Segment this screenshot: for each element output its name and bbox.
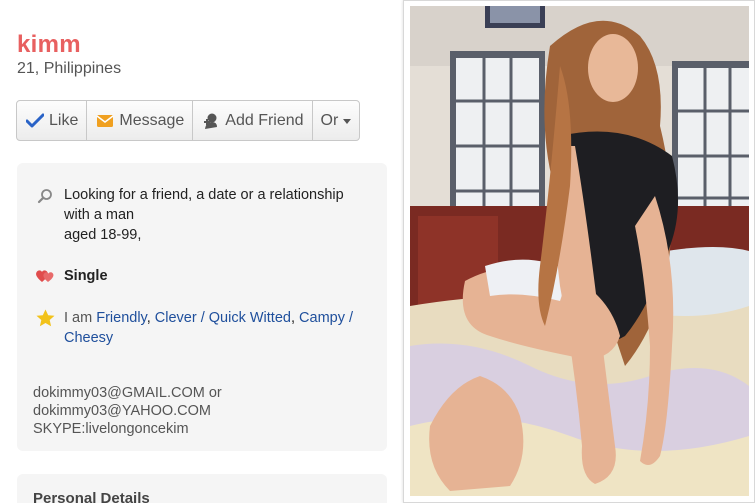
looking-line-2: with a man	[64, 207, 135, 223]
add-friend-label: Add Friend	[225, 111, 304, 129]
looking-line-3: aged 18-99,	[64, 227, 142, 243]
about-card: Looking for a friend, a date or a relati…	[17, 163, 387, 451]
profile-name: kimm	[17, 31, 81, 58]
i-am-label: I am	[64, 310, 93, 326]
looking-for-text: Looking for a friend, a date or a relati…	[64, 185, 344, 245]
or-label: Or	[320, 111, 339, 129]
traits-text: I am Friendly, Clever / Quick Witted, Ca…	[64, 310, 354, 346]
person-icon	[201, 112, 221, 130]
search-icon	[35, 187, 55, 205]
contact-line-1: dokimmy03@GMAIL.COM or	[33, 385, 222, 401]
contact-info: dokimmy03@GMAIL.COM or dokimmy03@YAHOO.C…	[33, 384, 222, 438]
status-text: Single	[64, 268, 108, 284]
add-friend-button[interactable]: Add Friend	[193, 101, 313, 140]
profile-actions: Like Message Add Friend Or	[16, 100, 361, 141]
like-label: Like	[49, 111, 79, 129]
or-dropdown-button[interactable]: Or	[313, 101, 360, 140]
contact-line-3: SKYPE:livelongoncekim	[33, 421, 189, 437]
message-button[interactable]: Message	[87, 101, 194, 140]
profile-photo-frame	[403, 0, 755, 503]
star-icon	[35, 309, 55, 327]
like-button[interactable]: Like	[17, 101, 88, 140]
trait-link-cheesy[interactable]: Cheesy	[64, 330, 113, 346]
looking-line-1: Looking for a friend, a date or a relati…	[64, 187, 344, 203]
trait-link-campy[interactable]: Campy /	[299, 310, 353, 326]
message-label: Message	[119, 111, 185, 129]
personal-details-card: Personal Details	[17, 474, 387, 503]
trait-link-friendly[interactable]: Friendly	[96, 310, 147, 326]
chevron-down-icon	[343, 119, 352, 124]
personal-details-heading: Personal Details	[33, 490, 150, 503]
hearts-icon	[35, 267, 55, 285]
profile-subtitle: 21, Philippines	[17, 60, 122, 77]
profile-photo[interactable]	[410, 6, 749, 496]
checkmark-icon	[25, 112, 45, 130]
trait-link-clever[interactable]: Clever / Quick Witted	[155, 310, 291, 326]
profile-photo-image	[410, 6, 749, 496]
envelope-icon	[95, 112, 115, 130]
contact-line-2: dokimmy03@YAHOO.COM	[33, 403, 212, 419]
